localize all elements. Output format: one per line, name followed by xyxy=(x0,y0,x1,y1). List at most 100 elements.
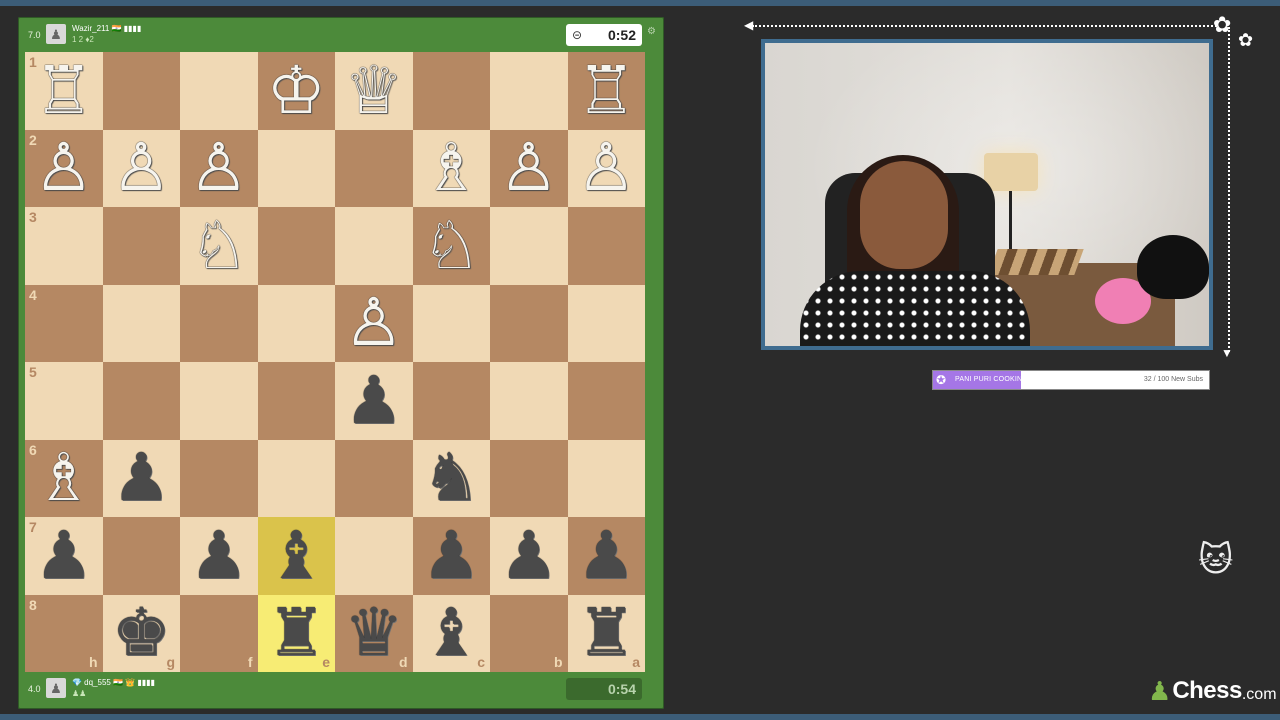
square-f1[interactable] xyxy=(180,52,258,130)
chess-piece[interactable]: ♙ xyxy=(344,290,403,356)
chess-piece[interactable]: ♜ xyxy=(577,600,636,666)
bottom-player-avatar[interactable]: ♟ xyxy=(46,678,66,698)
chess-piece[interactable]: ♟ xyxy=(189,522,248,589)
webcam-feed xyxy=(761,39,1213,350)
chess-piece[interactable]: ♘ xyxy=(189,212,248,279)
chess-piece[interactable]: ♙ xyxy=(577,135,636,201)
chess-piece[interactable]: ♜ xyxy=(267,600,326,666)
chess-piece[interactable]: ♔ xyxy=(267,57,326,124)
chess-piece[interactable]: ♙ xyxy=(499,135,558,201)
square-d8[interactable]: d ♛ xyxy=(335,594,413,672)
square-d6[interactable] xyxy=(335,439,413,517)
square-c5[interactable] xyxy=(412,362,490,440)
square-f4[interactable] xyxy=(180,284,258,362)
square-a8[interactable]: a ♜ xyxy=(567,594,645,672)
chess-piece[interactable]: ♟ xyxy=(499,522,558,589)
square-e1[interactable]: ♔ xyxy=(257,52,335,130)
square-g8[interactable]: g ♚ xyxy=(102,594,180,672)
square-b7[interactable]: ♟ xyxy=(490,517,568,595)
square-d5[interactable]: ♟ xyxy=(335,362,413,440)
square-e7[interactable]: ♝ xyxy=(257,517,335,595)
square-e4[interactable] xyxy=(257,284,335,362)
square-f3[interactable]: ♘ xyxy=(180,207,258,285)
square-h6[interactable]: 6 ♗ xyxy=(25,439,103,517)
square-d3[interactable] xyxy=(335,207,413,285)
square-e3[interactable] xyxy=(257,207,335,285)
square-c2[interactable]: ♗ xyxy=(412,129,490,207)
square-b2[interactable]: ♙ xyxy=(490,129,568,207)
square-a6[interactable] xyxy=(567,439,645,517)
square-d4[interactable]: ♙ xyxy=(335,284,413,362)
chess-piece[interactable]: ♕ xyxy=(344,57,403,124)
square-h7[interactable]: 7 ♟ xyxy=(25,517,103,595)
square-b3[interactable] xyxy=(490,207,568,285)
square-a5[interactable] xyxy=(567,362,645,440)
square-g4[interactable] xyxy=(102,284,180,362)
square-a4[interactable] xyxy=(567,284,645,362)
chess-piece[interactable]: ♗ xyxy=(422,135,481,201)
square-e5[interactable] xyxy=(257,362,335,440)
square-h3[interactable]: 3 xyxy=(25,207,103,285)
square-g3[interactable] xyxy=(102,207,180,285)
square-c7[interactable]: ♟ xyxy=(412,517,490,595)
square-h8[interactable]: 8h xyxy=(25,594,103,672)
square-c6[interactable]: ♞ xyxy=(412,439,490,517)
square-a7[interactable]: ♟ xyxy=(567,517,645,595)
square-a2[interactable]: ♙ xyxy=(567,129,645,207)
chess-piece[interactable]: ♞ xyxy=(422,445,481,511)
chess-piece[interactable]: ♛ xyxy=(344,600,403,666)
chess-piece[interactable]: ♝ xyxy=(267,522,326,589)
square-b4[interactable] xyxy=(490,284,568,362)
square-g7[interactable] xyxy=(102,517,180,595)
chess-piece[interactable]: ♟ xyxy=(422,522,481,589)
chess-piece[interactable]: ♟ xyxy=(344,367,403,434)
square-b5[interactable] xyxy=(490,362,568,440)
square-f7[interactable]: ♟ xyxy=(180,517,258,595)
chess-piece[interactable]: ♙ xyxy=(34,135,93,201)
square-f6[interactable] xyxy=(180,439,258,517)
square-g5[interactable] xyxy=(102,362,180,440)
square-e8[interactable]: e ♜ xyxy=(257,594,335,672)
chess-piece[interactable]: ♟ xyxy=(34,522,93,589)
chess-piece[interactable]: ♘ xyxy=(422,212,481,279)
square-b1[interactable] xyxy=(490,52,568,130)
chess-piece[interactable]: ♖ xyxy=(577,57,636,124)
chess-piece[interactable]: ♗ xyxy=(34,445,93,511)
square-d7[interactable] xyxy=(335,517,413,595)
square-b8[interactable]: b xyxy=(490,594,568,672)
chess-board[interactable]: 1 ♖ ♔ ♕ ♖ 2 ♙ ♙ ♙ ♗ ♙ ♙ 3 ♘ ♘ 4 ♙ 5 ♟ 6 ♗ ♟ ♞ 7 ♟ ♟ ♝ ♟ ♟ ♟ 8 h g ♚ f e ♜ d ♛ c… xyxy=(25,52,645,672)
square-f5[interactable] xyxy=(180,362,258,440)
chess-piece[interactable]: ♙ xyxy=(189,135,248,201)
chess-piece[interactable]: ♚ xyxy=(112,600,171,666)
top-player-name[interactable]: Wazir_211 🇮🇳 ▮▮▮▮ xyxy=(72,24,141,33)
settings-gear-icon[interactable]: ⚙ xyxy=(647,26,656,37)
square-h2[interactable]: 2 ♙ xyxy=(25,129,103,207)
square-f8[interactable]: f xyxy=(180,594,258,672)
square-c3[interactable]: ♘ xyxy=(412,207,490,285)
square-g1[interactable] xyxy=(102,52,180,130)
square-g6[interactable]: ♟ xyxy=(102,439,180,517)
square-e2[interactable] xyxy=(257,129,335,207)
square-d2[interactable] xyxy=(335,129,413,207)
square-h1[interactable]: 1 ♖ xyxy=(25,52,103,130)
square-c8[interactable]: c ♝ xyxy=(412,594,490,672)
square-a1[interactable]: ♖ xyxy=(567,52,645,130)
square-e6[interactable] xyxy=(257,439,335,517)
square-d1[interactable]: ♕ xyxy=(335,52,413,130)
square-h4[interactable]: 4 xyxy=(25,284,103,362)
top-player-captures: 1 2 ♦2 xyxy=(72,35,94,44)
bottom-player-name[interactable]: 💎 dq_555 🇮🇳 👑 ▮▮▮▮ xyxy=(72,678,155,687)
chess-piece[interactable]: ♟ xyxy=(577,522,636,589)
chess-piece[interactable]: ♖ xyxy=(34,57,93,124)
square-f2[interactable]: ♙ xyxy=(180,129,258,207)
square-a3[interactable] xyxy=(567,207,645,285)
square-h5[interactable]: 5 xyxy=(25,362,103,440)
square-g2[interactable]: ♙ xyxy=(102,129,180,207)
top-player-avatar[interactable]: ♟ xyxy=(46,24,66,44)
square-c4[interactable] xyxy=(412,284,490,362)
chess-piece[interactable]: ♝ xyxy=(422,600,481,666)
chess-piece[interactable]: ♟ xyxy=(112,445,171,511)
square-c1[interactable] xyxy=(412,52,490,130)
square-b6[interactable] xyxy=(490,439,568,517)
chess-piece[interactable]: ♙ xyxy=(112,135,171,201)
